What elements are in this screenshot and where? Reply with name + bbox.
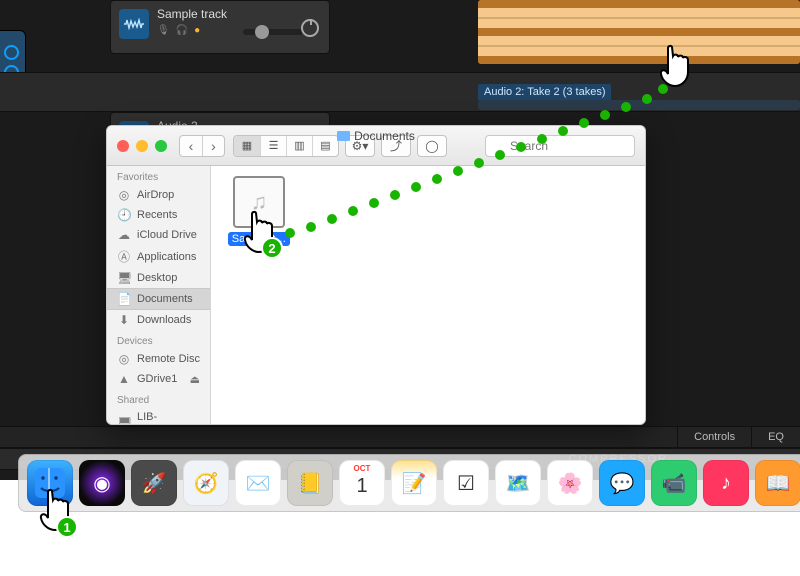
close-icon[interactable]: [117, 140, 129, 152]
track-controls[interactable]: 🎙 🎧 ●: [157, 25, 200, 36]
dock-app-safari[interactable]: 🧭: [183, 460, 229, 506]
sidebar-header-devices: Devices: [107, 330, 210, 349]
dock-app-photos[interactable]: 🌸: [547, 460, 593, 506]
sidebar-item-shared-machine[interactable]: 🖥LIB-25VQ0…: [107, 408, 210, 424]
sidebar-item-airdrop[interactable]: ◎AirDrop: [107, 185, 210, 205]
nav-back-forward[interactable]: ‹ ›: [179, 135, 225, 157]
finder-content[interactable]: ♫ Sample t…: [211, 166, 645, 424]
dock-app-calendar[interactable]: OCT 1: [339, 460, 385, 506]
dock-app-maps[interactable]: 🗺️: [495, 460, 541, 506]
search-input[interactable]: [485, 135, 635, 157]
file-item[interactable]: ♫ Sample t…: [223, 176, 295, 247]
take-folder[interactable]: [478, 100, 800, 110]
applications-icon: Ⓐ: [117, 248, 131, 265]
step-badge-2: 2: [261, 237, 283, 259]
sidebar-item-applications[interactable]: ⒶApplications: [107, 245, 210, 268]
dock-app-ibooks[interactable]: 📖: [755, 460, 800, 506]
tab-eq[interactable]: EQ: [751, 427, 800, 447]
share-button[interactable]: ⤴: [381, 135, 411, 157]
clip-take-label[interactable]: Audio 2: Take 2 (3 takes): [478, 84, 611, 100]
sidebar-header-favorites: Favorites: [107, 166, 210, 185]
list-view-icon[interactable]: ☰: [260, 136, 286, 156]
cloud-icon: ☁: [117, 228, 131, 242]
waveform-icon: [119, 9, 149, 39]
tags-button[interactable]: ◯: [417, 135, 447, 157]
icon-view-icon[interactable]: ▦: [234, 136, 260, 156]
calendar-month: OCT: [354, 464, 371, 473]
plugin-tabs: Controls EQ: [0, 426, 800, 448]
dock-area: ◉ 🚀 🧭 ✉️ 📒 OCT 1 📝 ☑︎ 🗺️ 🌸 💬 📹 ♪ 📖 📊: [0, 448, 800, 520]
dock-app-mail[interactable]: ✉️: [235, 460, 281, 506]
recents-icon: 🕘: [117, 208, 131, 222]
view-mode-segment[interactable]: ▦ ☰ ▥ ▤: [233, 135, 339, 157]
track-header-1[interactable]: Sample track 🎙 🎧 ●: [110, 0, 330, 54]
dock-app-itunes[interactable]: ♪: [703, 460, 749, 506]
finder-window[interactable]: ‹ › ▦ ☰ ▥ ▤ ⚙▾ ⤴ ◯ Documents 🔍 Favorites…: [106, 125, 646, 425]
dock-app-notes[interactable]: 📝: [391, 460, 437, 506]
headphone-icon[interactable]: 🎧: [176, 25, 188, 36]
drive-icon: ▲: [117, 372, 131, 386]
disc-icon: ◎: [117, 352, 131, 366]
sidebar-item-documents[interactable]: 📄Documents: [107, 288, 210, 310]
dock[interactable]: ◉ 🚀 🧭 ✉️ 📒 OCT 1 📝 ☑︎ 🗺️ 🌸 💬 📹 ♪ 📖 📊: [18, 454, 800, 512]
tab-controls[interactable]: Controls: [677, 427, 751, 447]
dock-app-siri[interactable]: ◉: [79, 460, 125, 506]
volume-slider[interactable]: [243, 29, 303, 35]
downloads-icon: ⬇: [117, 313, 131, 327]
airdrop-icon: ◎: [117, 188, 131, 202]
column-view-icon[interactable]: ▥: [286, 136, 312, 156]
calendar-day: 1: [356, 475, 367, 498]
minimize-icon[interactable]: [136, 140, 148, 152]
desktop-icon: 🖥: [117, 271, 131, 285]
finder-sidebar: Favorites ◎AirDrop 🕘Recents ☁iCloud Driv…: [107, 166, 211, 424]
sidebar-item-recents[interactable]: 🕘Recents: [107, 205, 210, 225]
dock-app-contacts[interactable]: 📒: [287, 460, 333, 506]
pan-knob[interactable]: [301, 19, 319, 37]
zoom-icon[interactable]: [155, 140, 167, 152]
documents-icon: 📄: [117, 292, 131, 306]
forward-icon[interactable]: ›: [202, 136, 224, 156]
sidebar-item-desktop[interactable]: 🖥Desktop: [107, 268, 210, 288]
step-badge-1: 1: [56, 516, 78, 538]
track-name: Sample track: [157, 7, 227, 21]
dock-app-finder[interactable]: [27, 460, 73, 506]
eject-icon[interactable]: ⏏: [190, 373, 200, 386]
dock-app-messages[interactable]: 💬: [599, 460, 645, 506]
sidebar-item-gdrive[interactable]: ▲GDrive1⏏: [107, 369, 210, 389]
dock-app-launchpad[interactable]: 🚀: [131, 460, 177, 506]
dock-app-reminders[interactable]: ☑︎: [443, 460, 489, 506]
record-icon[interactable]: ●: [194, 25, 200, 36]
music-file-icon: ♫: [233, 176, 285, 228]
back-icon[interactable]: ‹: [180, 136, 202, 156]
sidebar-header-shared: Shared: [107, 389, 210, 408]
dock-app-facetime[interactable]: 📹: [651, 460, 697, 506]
window-controls[interactable]: [117, 140, 167, 152]
audio-clip-sample-track[interactable]: [478, 0, 800, 64]
computer-icon: 🖥: [117, 416, 131, 424]
sidebar-item-remote-disc[interactable]: ◎Remote Disc: [107, 349, 210, 369]
sidebar-item-downloads[interactable]: ⬇Downloads: [107, 310, 210, 330]
gallery-view-icon[interactable]: ▤: [312, 136, 338, 156]
mute-icon[interactable]: 🎙: [157, 25, 170, 36]
arrange-menu[interactable]: ⚙▾: [345, 135, 375, 157]
sidebar-item-icloud[interactable]: ☁iCloud Drive: [107, 225, 210, 245]
